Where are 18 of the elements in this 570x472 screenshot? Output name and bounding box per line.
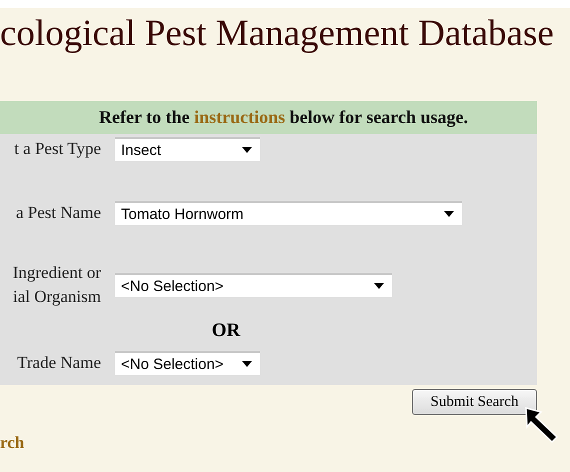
notice-text: Refer to the instructions below for search usage. — [99, 107, 468, 128]
select-field[interactable]: Tomato Hornworm — [115, 201, 462, 225]
select-field[interactable]: <No Selection> — [115, 273, 392, 297]
dropdown-caret-icon — [444, 211, 454, 217]
field-label: t a Pest Type — [13, 138, 101, 160]
submit-button[interactable]: Submit Search — [412, 389, 537, 415]
cursor-arrow-icon — [524, 406, 560, 444]
dropdown-caret-icon — [242, 147, 252, 153]
dropdown-caret-icon — [242, 361, 252, 367]
field-label: a Pest Name — [15, 202, 101, 224]
dropdown-caret-icon — [374, 283, 384, 289]
search-link[interactable]: rch — [0, 433, 24, 452]
field-label: Ingredient or ial Organism — [12, 262, 101, 308]
select-field[interactable]: Insect — [115, 137, 260, 161]
field-label: Trade Name — [16, 352, 101, 374]
or-separator: OR — [210, 320, 242, 342]
page-title: cological Pest Management Database — [0, 12, 554, 54]
select-field[interactable]: <No Selection> — [115, 351, 260, 375]
